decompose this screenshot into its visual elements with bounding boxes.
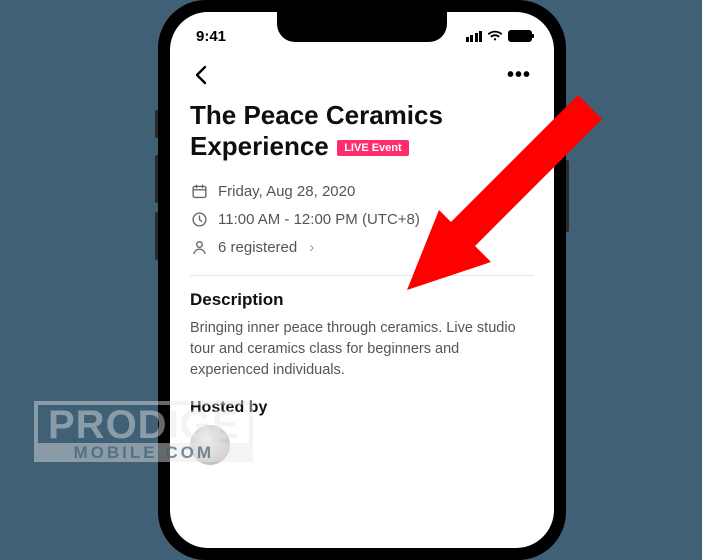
event-time: 11:00 AM - 12:00 PM (UTC+8) xyxy=(218,211,420,228)
description-heading: Description xyxy=(190,290,534,310)
title-row: The Peace Ceramics Experience LIVE Event xyxy=(190,100,534,161)
meta-time-row: 11:00 AM - 12:00 PM (UTC+8) xyxy=(190,205,534,233)
phone-screen: 9:41 ••• The Peace Ceramics Experience L… xyxy=(170,12,554,548)
chevron-right-icon: › xyxy=(309,239,314,256)
phone-side-button xyxy=(566,160,569,232)
phone-frame: 9:41 ••• The Peace Ceramics Experience L… xyxy=(158,0,566,560)
event-meta: Friday, Aug 28, 2020 11:00 AM - 12:00 PM… xyxy=(190,177,534,261)
chevron-left-icon xyxy=(194,65,208,85)
status-time: 9:41 xyxy=(196,28,226,45)
wifi-icon xyxy=(487,30,503,42)
watermark-top: PRODIGE xyxy=(34,401,253,443)
calendar-icon xyxy=(190,182,208,200)
meta-registered-row[interactable]: 6 registered › xyxy=(190,233,534,261)
back-button[interactable] xyxy=(184,58,218,92)
phone-notch xyxy=(277,12,447,42)
watermark: PRODIGE MOBILE.COM xyxy=(34,401,253,462)
description-body: Bringing inner peace through ceramics. L… xyxy=(190,318,534,381)
phone-side-button xyxy=(155,110,158,138)
phone-side-button xyxy=(155,155,158,203)
live-event-badge: LIVE Event xyxy=(337,140,408,156)
meta-date-row: Friday, Aug 28, 2020 xyxy=(190,177,534,205)
more-button[interactable]: ••• xyxy=(502,58,536,92)
event-date: Friday, Aug 28, 2020 xyxy=(218,183,355,200)
status-indicators xyxy=(466,30,533,42)
divider xyxy=(190,275,534,276)
battery-icon xyxy=(508,30,532,42)
cellular-icon xyxy=(466,31,483,42)
person-icon xyxy=(190,238,208,256)
clock-icon xyxy=(190,210,208,228)
phone-side-button xyxy=(155,212,158,260)
more-icon: ••• xyxy=(507,64,531,87)
event-registered: 6 registered xyxy=(218,239,297,256)
nav-bar: ••• xyxy=(170,52,554,96)
